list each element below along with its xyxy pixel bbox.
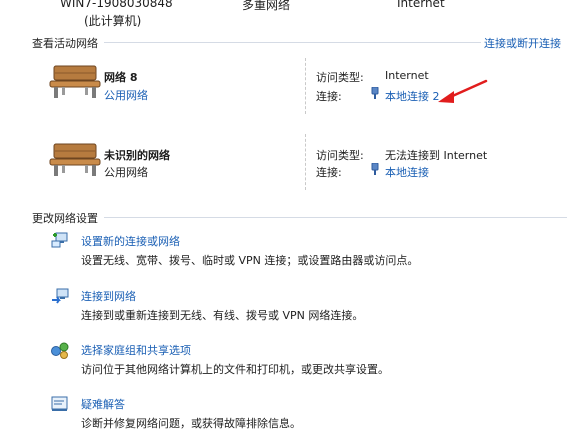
network-1-type-link[interactable]: 公用网络 (104, 87, 148, 103)
annotation-arrow (438, 79, 488, 103)
connect-to-network-desc: 连接到或重新连接到无线、有线、拨号或 VPN 网络连接。 (81, 309, 364, 322)
ethernet-plug-icon (371, 87, 379, 99)
network-2-type-label: 公用网络 (104, 166, 148, 179)
bench-network-icon (49, 143, 101, 176)
bench-network-icon (49, 65, 101, 98)
computer-sub: (此计算机) (84, 14, 142, 28)
network-2-access-type-value: 无法连接到 Internet (385, 149, 488, 162)
network-2-name: 未识别的网络 (104, 149, 170, 162)
setup-new-connection-desc: 设置无线、宽带、拨号、临时或 VPN 连接；或设置路由器或访问点。 (81, 254, 419, 267)
connect-to-network-link[interactable]: 连接到网络 (81, 288, 136, 304)
connect-or-disconnect-link[interactable]: 连接或断开连接 (484, 35, 561, 51)
internet-label: Internet (397, 0, 445, 10)
network-2-connection-label: 连接: (316, 166, 342, 179)
network-2-divider (305, 134, 306, 190)
active-networks-heading: 查看活动网络 (32, 37, 98, 50)
network-1-divider (305, 58, 306, 114)
new-connection-icon (51, 232, 68, 248)
homegroup-icon (51, 342, 69, 359)
change-settings-separator (104, 217, 567, 218)
troubleshoot-link[interactable]: 疑难解答 (81, 396, 125, 412)
computer-name: WIN7-1908030848 (60, 0, 173, 10)
network-1-access-type-value: Internet (385, 69, 429, 82)
network-1-connection-label: 连接: (316, 90, 342, 103)
homegroup-sharing-link[interactable]: 选择家庭组和共享选项 (81, 342, 191, 358)
troubleshoot-desc: 诊断并修复网络问题，或获得故障排除信息。 (81, 417, 301, 430)
setup-new-connection-link[interactable]: 设置新的连接或网络 (81, 233, 180, 249)
network-1-name: 网络 8 (104, 71, 138, 84)
network-1-connection-link[interactable]: 本地连接 2 (385, 88, 440, 104)
troubleshoot-icon (51, 396, 68, 411)
ethernet-plug-icon (371, 163, 379, 175)
multiple-networks-label: 多重网络 (242, 0, 291, 12)
homegroup-sharing-desc: 访问位于其他网络计算机上的文件和打印机，或更改共享设置。 (81, 363, 389, 376)
network-2-access-type-label: 访问类型: (316, 149, 364, 162)
active-networks-separator (104, 42, 481, 43)
connect-network-icon (52, 288, 69, 304)
change-settings-heading: 更改网络设置 (32, 212, 98, 225)
network-1-access-type-label: 访问类型: (316, 71, 364, 84)
network-2-connection-link[interactable]: 本地连接 (385, 164, 429, 180)
